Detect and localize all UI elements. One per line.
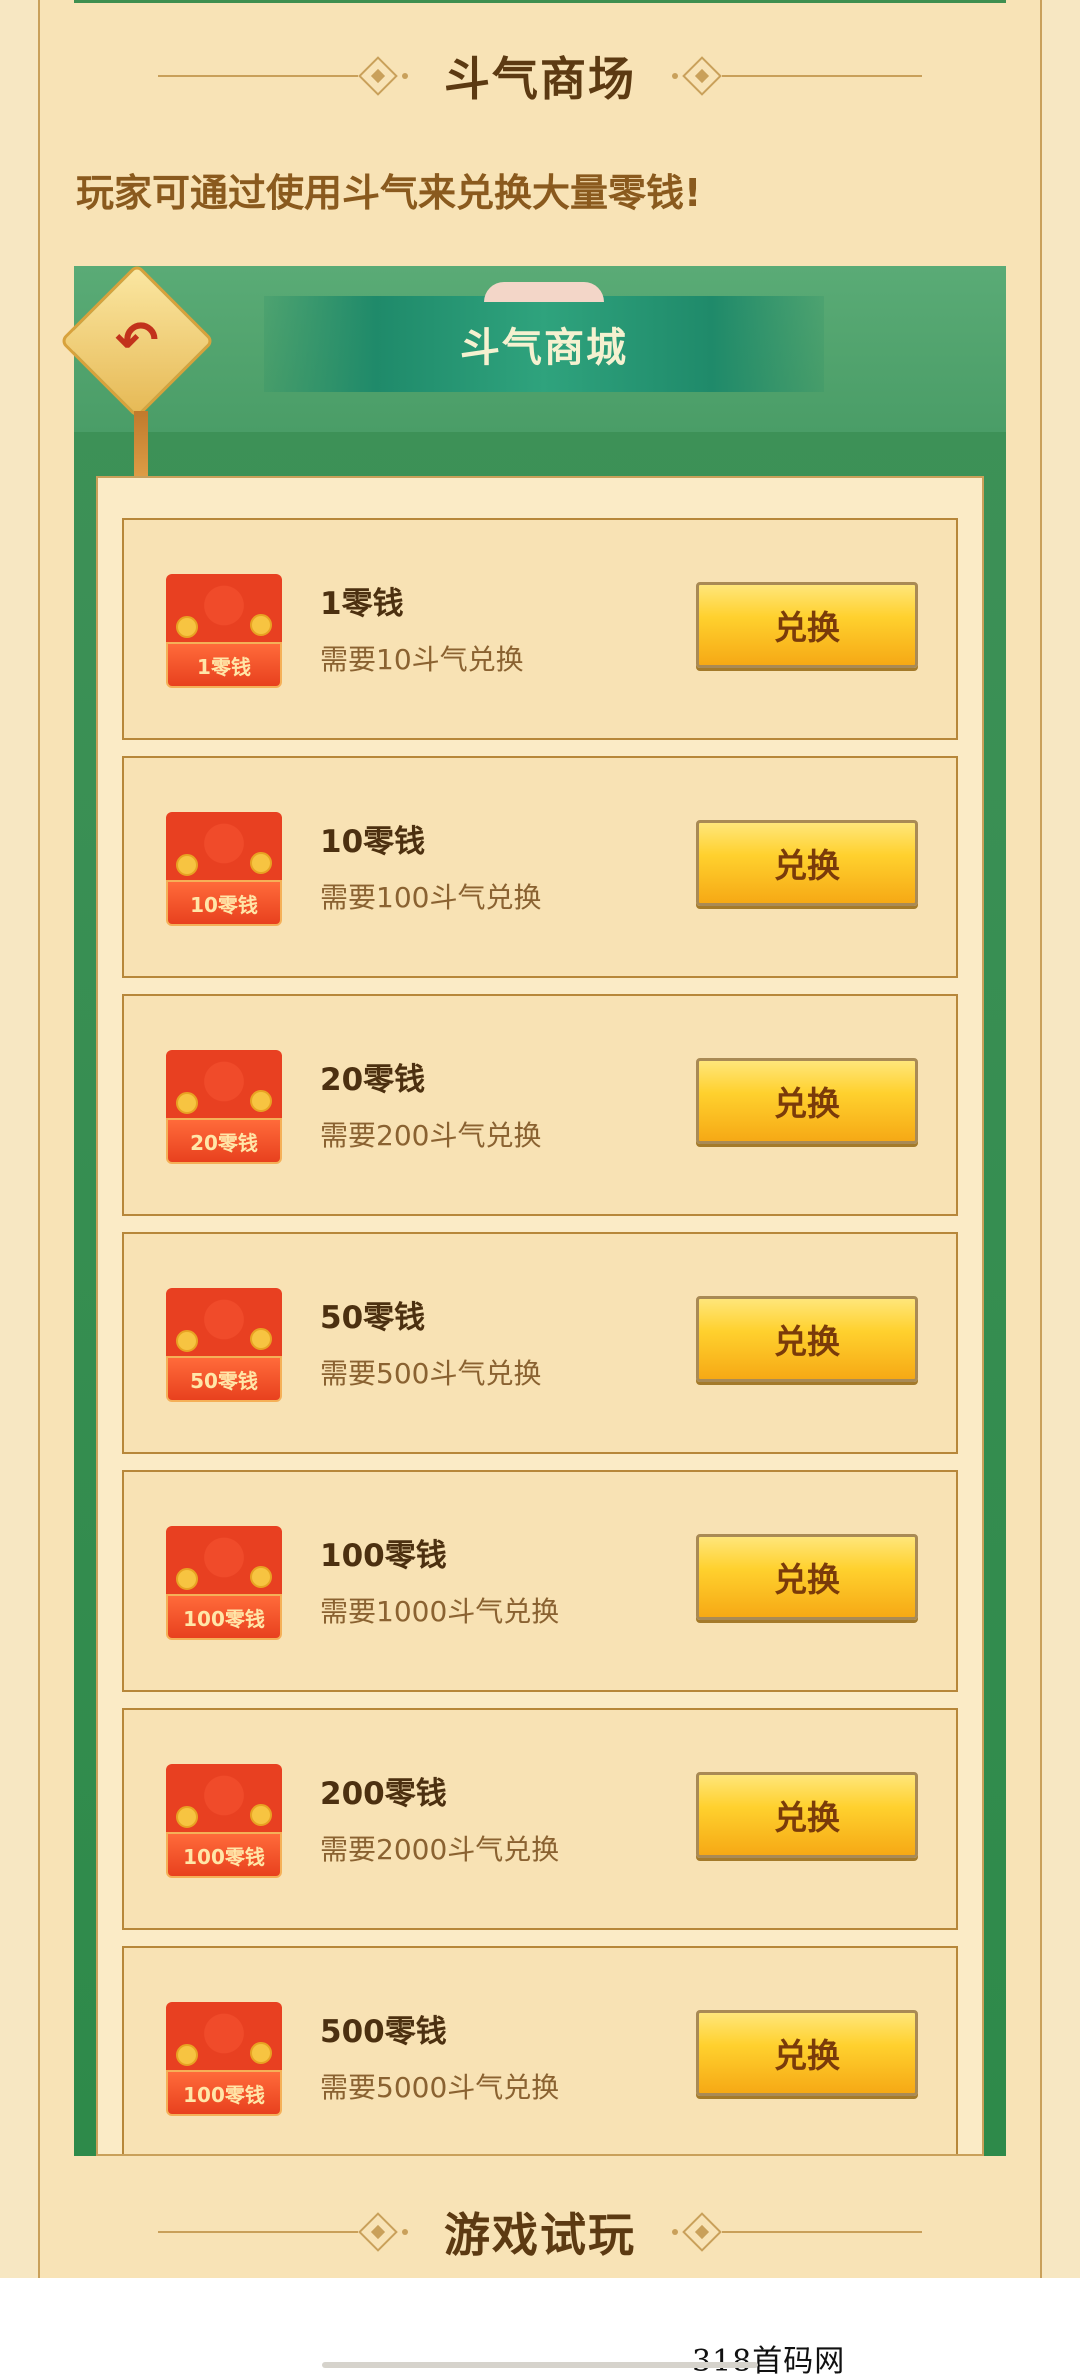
item-cost: 需要100斗气兑换 xyxy=(320,881,542,914)
shop-title: 斗气商城 xyxy=(460,325,628,371)
envelope-badge: 100零钱 xyxy=(166,1594,282,1640)
dot-ornament-icon xyxy=(402,2229,408,2235)
item-cost: 需要2000斗气兑换 xyxy=(320,1833,560,1866)
header-line-left xyxy=(158,2231,358,2233)
dot-ornament-icon xyxy=(672,2229,678,2235)
redeem-button[interactable]: 兑换 xyxy=(696,582,918,668)
redeem-button[interactable]: 兑换 xyxy=(696,1058,918,1144)
undo-arrow-icon: ↶ xyxy=(115,310,159,371)
games-section-header: 游戏试玩 xyxy=(0,2192,1080,2272)
red-envelope-icon: 10零钱 xyxy=(166,812,282,926)
top-divider xyxy=(74,0,1006,3)
item-cost: 需要5000斗气兑换 xyxy=(320,2071,560,2104)
envelope-badge: 20零钱 xyxy=(166,1118,282,1164)
envelope-badge: 10零钱 xyxy=(166,880,282,926)
item-name: 20零钱 xyxy=(320,1062,426,1098)
list-item: 100零钱 200零钱 需要2000斗气兑换 兑换 xyxy=(122,1708,958,1930)
lotus-ornament-icon xyxy=(484,282,604,302)
red-envelope-icon: 100零钱 xyxy=(166,2002,282,2116)
diamond-ornament-icon xyxy=(682,56,722,96)
list-item: 50零钱 50零钱 需要500斗气兑换 兑换 xyxy=(122,1232,958,1454)
item-name: 10零钱 xyxy=(320,824,426,860)
list-item: 100零钱 100零钱 需要1000斗气兑换 兑换 xyxy=(122,1470,958,1692)
header-line-right xyxy=(722,2231,922,2233)
red-envelope-icon: 1零钱 xyxy=(166,574,282,688)
dot-ornament-icon xyxy=(402,73,408,79)
red-envelope-icon: 100零钱 xyxy=(166,1526,282,1640)
item-name: 1零钱 xyxy=(320,586,404,622)
diamond-ornament-icon xyxy=(682,2212,722,2252)
envelope-badge: 100零钱 xyxy=(166,2070,282,2116)
item-cost: 需要1000斗气兑换 xyxy=(320,1595,560,1628)
list-item: 100零钱 500零钱 需要5000斗气兑换 兑换 xyxy=(122,1946,958,2154)
shop-panel: 斗气商城 ↶ 1零钱 1零钱 需要10斗气兑换 兑换 10零钱 10零钱 需要1… xyxy=(59,263,1006,2156)
list-item: 1零钱 1零钱 需要10斗气兑换 兑换 xyxy=(122,518,958,740)
red-envelope-icon: 50零钱 xyxy=(166,1288,282,1402)
section-title: 游戏试玩 xyxy=(444,2208,636,2262)
redeem-button[interactable]: 兑换 xyxy=(696,1534,918,1620)
redeem-button[interactable]: 兑换 xyxy=(696,820,918,906)
shop-item-list: 1零钱 1零钱 需要10斗气兑换 兑换 10零钱 10零钱 需要100斗气兑换 … xyxy=(96,476,984,2156)
item-cost: 需要500斗气兑换 xyxy=(320,1357,542,1390)
redeem-button[interactable]: 兑换 xyxy=(696,2010,918,2096)
header-line-right xyxy=(722,75,922,77)
item-name: 500零钱 xyxy=(320,2014,447,2050)
header-line-left xyxy=(158,75,358,77)
envelope-badge: 100零钱 xyxy=(166,1832,282,1878)
dot-ornament-icon xyxy=(672,73,678,79)
item-name: 50零钱 xyxy=(320,1300,426,1336)
envelope-badge: 50零钱 xyxy=(166,1356,282,1402)
diamond-ornament-icon xyxy=(358,2212,398,2252)
redeem-button[interactable]: 兑换 xyxy=(696,1296,918,1382)
section-title: 斗气商场 xyxy=(444,52,636,106)
shop-section-header: 斗气商场 xyxy=(0,36,1080,116)
intro-text: 玩家可通过使用斗气来兑换大量零钱! xyxy=(76,171,702,215)
red-envelope-icon: 100零钱 xyxy=(166,1764,282,1878)
list-item: 20零钱 20零钱 需要200斗气兑换 兑换 xyxy=(122,994,958,1216)
diamond-ornament-icon xyxy=(358,56,398,96)
item-name: 200零钱 xyxy=(320,1776,447,1812)
shop-title-bar: 斗气商城 xyxy=(264,282,824,392)
red-envelope-icon: 20零钱 xyxy=(166,1050,282,1164)
home-indicator[interactable] xyxy=(322,2362,758,2368)
item-name: 100零钱 xyxy=(320,1538,447,1574)
item-cost: 需要200斗气兑换 xyxy=(320,1119,542,1152)
envelope-badge: 1零钱 xyxy=(166,642,282,688)
redeem-button[interactable]: 兑换 xyxy=(696,1772,918,1858)
list-item: 10零钱 10零钱 需要100斗气兑换 兑换 xyxy=(122,756,958,978)
watermark-text: 318首码网 www.e318.com xyxy=(692,2344,846,2376)
item-cost: 需要10斗气兑换 xyxy=(320,643,524,676)
